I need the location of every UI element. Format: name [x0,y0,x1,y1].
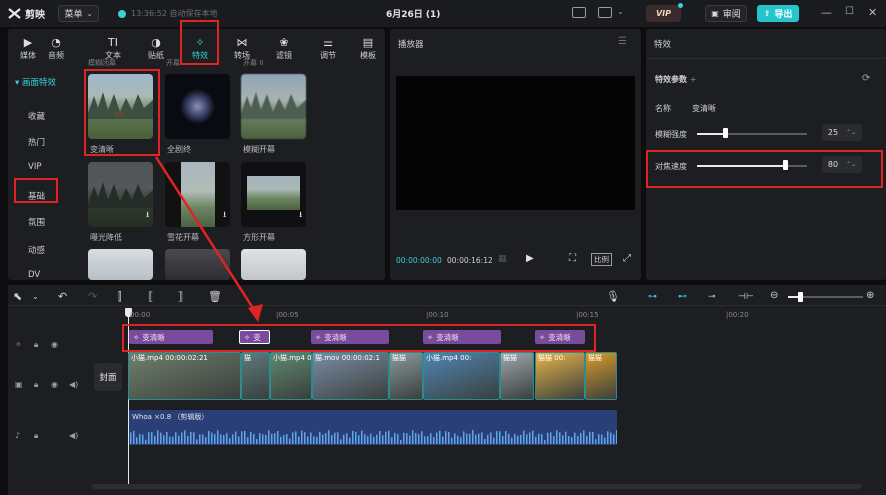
tab-sparkle[interactable]: ✧ 特效 [182,29,218,61]
video-clip-label: 猫猫 00: [538,354,566,362]
fx-param-value-0: 25 [827,128,839,137]
tab-label: 文本 [105,51,121,60]
video-clip-8[interactable]: 猫猫 [585,352,617,400]
video-clip-2[interactable]: 小猫.mp4 00:00:02: [270,352,312,400]
fx-param-label-1: 对焦速度 [655,162,687,171]
tab-label: 滤镜 [276,51,292,60]
ruler-label-0: 00:00 [130,311,151,319]
video-clip-1[interactable]: 猫 [241,352,270,400]
tab-transition[interactable]: ⋈ 转场 [224,29,260,61]
fx-param-slider-knob-0[interactable] [722,128,728,138]
tab-adjust[interactable]: ⚌ 调节 [310,29,346,61]
fx-param-value-box-1[interactable]: 80 ⌃⌄ [822,156,862,173]
tab-template[interactable]: ▤ 模板 [350,29,386,61]
category-0[interactable]: 收藏 [28,110,45,122]
tab-label: 特效 [192,51,208,60]
fx-param-value-box-0[interactable]: 25 ⌃⌄ [822,124,862,141]
tab-label: 媒体 [20,51,36,60]
fx-param-slider-fill-0 [697,133,725,135]
category-2[interactable]: VIP [28,162,41,172]
video-clip-label: 猫 [244,354,251,362]
fx-param-label-0: 模糊强度 [655,130,687,139]
video-clip-3[interactable]: 猫.mov 00:00:02:1 [312,352,389,400]
video-clip-4[interactable]: 猫猫 [389,352,423,400]
fx-param-value-1: 80 [827,160,839,169]
video-clip-label: 猫猫 [588,354,602,362]
video-clip-5[interactable]: 小猫.mp4 00: [423,352,500,400]
sparkle-icon: ✧ [133,332,140,342]
category-1[interactable]: 热门 [28,136,45,148]
tab-label: 模板 [360,51,376,60]
text-icon: TI [108,35,118,49]
video-clip-label: 猫猫 [503,354,517,362]
video-clip-label: 小猫.mp4 00: [426,354,472,362]
video-clip-7[interactable]: 猫猫 00: [535,352,585,400]
fx-clip-3[interactable]: ✧ 变清晰 [423,330,501,344]
fx-param-slider-knob-1[interactable] [783,160,788,170]
tab-label: 音频 [48,51,64,60]
video-clip-0[interactable]: 小猫.mp4 00:00:02:21 [128,352,241,400]
sparkle-icon: ✧ [427,332,434,342]
annotation-arrow [154,156,263,322]
fx-clip-0[interactable]: ✧ 变清晰 [129,330,213,344]
fx-clip-4[interactable]: ✧ 变清晰 [535,330,585,344]
tab-text[interactable]: TI 文本 [95,29,131,61]
ruler-label-3: |00:15 [576,311,599,319]
fx-clip-label: 变清晰 [548,332,571,342]
sparkle-icon: ✧ [315,332,322,342]
category-5[interactable]: 动感 [28,244,45,256]
fx-clip-2[interactable]: ✧ 变清晰 [311,330,389,344]
video-clip-6[interactable]: 猫猫 [500,352,534,400]
ruler-label-4: |00:20 [726,311,749,319]
category-6[interactable]: DV [28,270,40,280]
tab-audio[interactable]: ◔ 音频 [38,29,74,61]
sparkle-icon: ✧ [539,332,546,342]
video-clip-label: 猫.mov 00:00:02:1 [315,354,380,362]
tab-filter[interactable]: ❀ 滤镜 [266,29,302,61]
category-4[interactable]: 氛围 [28,216,45,228]
video-clip-label: 小猫.mp4 00:00:02: [273,354,312,362]
fx-param-slider-fill-1 [697,165,785,167]
sticker-icon: ◑ [151,35,161,49]
video-clip-label: 小猫.mp4 00:00:02:21 [131,354,208,362]
fx-clip-label: 变 [253,332,261,342]
category-3[interactable]: 基础 [28,190,45,202]
ruler-label-2: |00:10 [426,311,449,319]
fx-clip-1[interactable]: ✧ 变 [239,330,270,344]
app-window: 剪映 菜单 ⌄ 13:36:52 自动保存本地 6月26日 (1) ⌄ VIP … [0,0,886,495]
template-icon: ▤ [362,35,374,49]
stepper-icon[interactable]: ⌃⌄ [846,161,856,168]
transition-icon: ⋈ [236,35,248,49]
tab-label: 转场 [234,51,250,60]
tab-label: 调节 [320,51,336,60]
adjust-icon: ⚌ [323,35,333,49]
fx-clip-label: 变清晰 [324,332,347,342]
filter-icon: ❀ [279,35,289,49]
stepper-icon[interactable]: ⌃⌄ [846,129,856,136]
video-clip-label: 猫猫 [392,354,406,362]
audio-icon: ◔ [51,35,61,49]
sparkle-icon: ✧ [244,332,251,342]
tab-label: 贴纸 [148,51,164,60]
sparkle-icon: ✧ [195,35,205,49]
media-icon: ▶ [23,35,33,49]
fx-clip-label: 变清晰 [142,332,165,342]
ruler-label-1: |00:05 [276,311,299,319]
tab-sticker[interactable]: ◑ 贴纸 [138,29,174,61]
fx-clip-label: 变清晰 [436,332,459,342]
